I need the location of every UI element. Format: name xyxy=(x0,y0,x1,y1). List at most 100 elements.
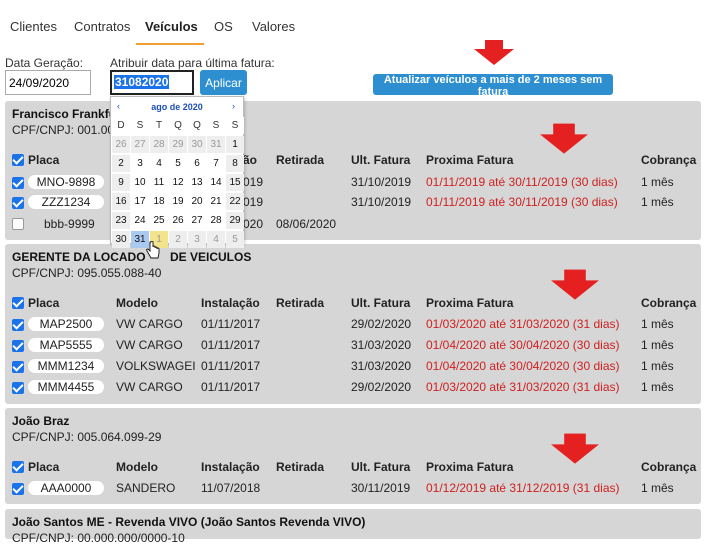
calendar-day[interactable]: 28 xyxy=(150,136,168,153)
row-checkbox[interactable] xyxy=(12,361,24,373)
calendar-day[interactable]: 5 xyxy=(169,155,187,172)
calendar-day[interactable]: 18 xyxy=(150,193,168,210)
billing: 1 mês xyxy=(641,359,674,373)
calendar-day[interactable]: 22 xyxy=(226,193,244,210)
generation-date-input[interactable] xyxy=(5,70,91,95)
calendar-day[interactable]: 29 xyxy=(226,212,244,229)
install-date: 01/11/2017 xyxy=(201,359,261,373)
plate-badge: MAP5555 xyxy=(28,338,104,352)
last-invoice: 30/11/2019 xyxy=(351,481,411,495)
billing: 1 mês xyxy=(641,175,674,189)
calendar-day[interactable]: 4 xyxy=(207,231,225,248)
calendar-day[interactable]: 20 xyxy=(188,193,206,210)
header-next-invoice: Proxima Fatura xyxy=(426,153,514,167)
apply-button[interactable]: Aplicar xyxy=(200,70,247,95)
client-name-tail: DE VEICULOS xyxy=(170,250,252,264)
billing: 1 mês xyxy=(641,317,674,331)
calendar-day[interactable]: 23 xyxy=(112,212,130,229)
calendar-day[interactable]: 2 xyxy=(169,231,187,248)
plate-badge: MMM4455 xyxy=(28,380,104,394)
plate-badge: MNO-9898 xyxy=(28,175,104,189)
calendar-day[interactable]: 28 xyxy=(207,212,225,229)
assign-date-label: Atribuir data para última fatura: xyxy=(110,56,275,70)
update-vehicles-button[interactable]: Atualizar veículos a mais de 2 meses sem… xyxy=(373,74,613,98)
row-checkbox[interactable] xyxy=(12,382,24,394)
row-checkbox[interactable] xyxy=(12,340,24,352)
install-date: 11/07/2018 xyxy=(201,481,261,495)
calendar-day[interactable]: 30 xyxy=(188,136,206,153)
calendar-day[interactable]: 8 xyxy=(226,155,244,172)
calendar-day[interactable]: 10 xyxy=(131,174,149,191)
client-document: CPF/CNPJ: 095.055.088-40 xyxy=(12,266,162,280)
calendar-day[interactable]: 3 xyxy=(131,155,149,172)
install-date: 01/11/2017 xyxy=(201,317,261,331)
next-month-button[interactable]: › xyxy=(232,101,235,111)
calendar-day[interactable]: 31 xyxy=(207,136,225,153)
select-all-checkbox[interactable] xyxy=(12,154,24,166)
select-all-checkbox[interactable] xyxy=(12,461,24,473)
calendar-day[interactable]: 30 xyxy=(112,231,130,248)
calendar-day[interactable]: 16 xyxy=(112,193,130,210)
next-invoice: 01/11/2019 até 30/11/2019 (30 dias) xyxy=(426,175,618,189)
last-invoice: 29/02/2020 xyxy=(351,380,412,394)
calendar-day[interactable]: 14 xyxy=(207,174,225,191)
billing: 1 mês xyxy=(641,380,674,394)
row-checkbox[interactable] xyxy=(12,177,24,189)
weekday-label: S xyxy=(207,117,225,134)
calendar-day[interactable]: 4 xyxy=(150,155,168,172)
plate-badge: ZZZ1234 xyxy=(28,195,104,209)
calendar-day[interactable]: 12 xyxy=(169,174,187,191)
header-last-invoice: Ult. Fatura xyxy=(351,460,411,474)
tab-os[interactable]: OS xyxy=(214,19,233,34)
install-date: 020 xyxy=(243,217,264,231)
row-checkbox[interactable] xyxy=(12,197,24,209)
model: VOLKSWAGEI xyxy=(116,359,196,373)
weekday-label: Q xyxy=(188,117,206,134)
calendar-day[interactable]: 11 xyxy=(150,174,168,191)
last-invoice: 29/02/2020 xyxy=(351,317,412,331)
assign-date-value: 31082020 xyxy=(114,75,170,89)
red-arrow-icon xyxy=(551,433,599,464)
calendar-day[interactable]: 26 xyxy=(169,212,187,229)
billing: 1 mês xyxy=(641,338,674,352)
calendar-day[interactable]: 9 xyxy=(112,174,130,191)
header-plate: Placa xyxy=(28,296,60,310)
calendar-day[interactable]: 29 xyxy=(169,136,187,153)
calendar-day[interactable]: 5 xyxy=(226,231,244,248)
header-last-invoice: Ult. Fatura xyxy=(351,153,411,167)
assign-date-input[interactable]: 31082020 xyxy=(110,70,194,95)
row-checkbox[interactable] xyxy=(12,319,24,331)
calendar-day[interactable]: 21 xyxy=(207,193,225,210)
calendar-day[interactable]: 27 xyxy=(188,212,206,229)
billing: 1 mês xyxy=(641,481,674,495)
tab-veiculos[interactable]: Veículos xyxy=(145,19,198,34)
calendar-day[interactable]: 17 xyxy=(131,193,149,210)
plate-badge: MMM1234 xyxy=(28,359,104,373)
client-document: CPF/CNPJ: 005.064.099-29 xyxy=(12,430,162,444)
weekday-label: S xyxy=(226,117,244,134)
calendar-day[interactable]: 1 xyxy=(226,136,244,153)
header-last-invoice: Ult. Fatura xyxy=(351,296,411,310)
next-invoice: 01/03/2020 até 31/03/2020 (31 dias) xyxy=(426,380,620,394)
tab-valores[interactable]: Valores xyxy=(252,19,295,34)
calendar-day[interactable]: 15 xyxy=(226,174,244,191)
generation-date-label: Data Geração: xyxy=(5,56,84,70)
row-checkbox[interactable] xyxy=(12,218,24,230)
client-name: João Santos ME - Revenda VIVO (João Sant… xyxy=(12,515,366,529)
calendar-day[interactable]: 19 xyxy=(169,193,187,210)
select-all-checkbox[interactable] xyxy=(12,297,24,309)
tab-clientes[interactable]: Clientes xyxy=(10,19,57,34)
calendar-day[interactable]: 25 xyxy=(150,212,168,229)
calendar-day[interactable]: 27 xyxy=(131,136,149,153)
client-name: João Braz xyxy=(12,414,70,428)
calendar-day[interactable]: 3 xyxy=(188,231,206,248)
calendar-day[interactable]: 13 xyxy=(188,174,206,191)
calendar-day[interactable]: 7 xyxy=(207,155,225,172)
calendar-day[interactable]: 2 xyxy=(112,155,130,172)
tab-contratos[interactable]: Contratos xyxy=(74,19,130,34)
calendar-day[interactable]: 6 xyxy=(188,155,206,172)
row-checkbox[interactable] xyxy=(12,483,24,495)
header-next-invoice: Proxima Fatura xyxy=(426,296,514,310)
calendar-day[interactable]: 24 xyxy=(131,212,149,229)
calendar-day[interactable]: 26 xyxy=(112,136,130,153)
